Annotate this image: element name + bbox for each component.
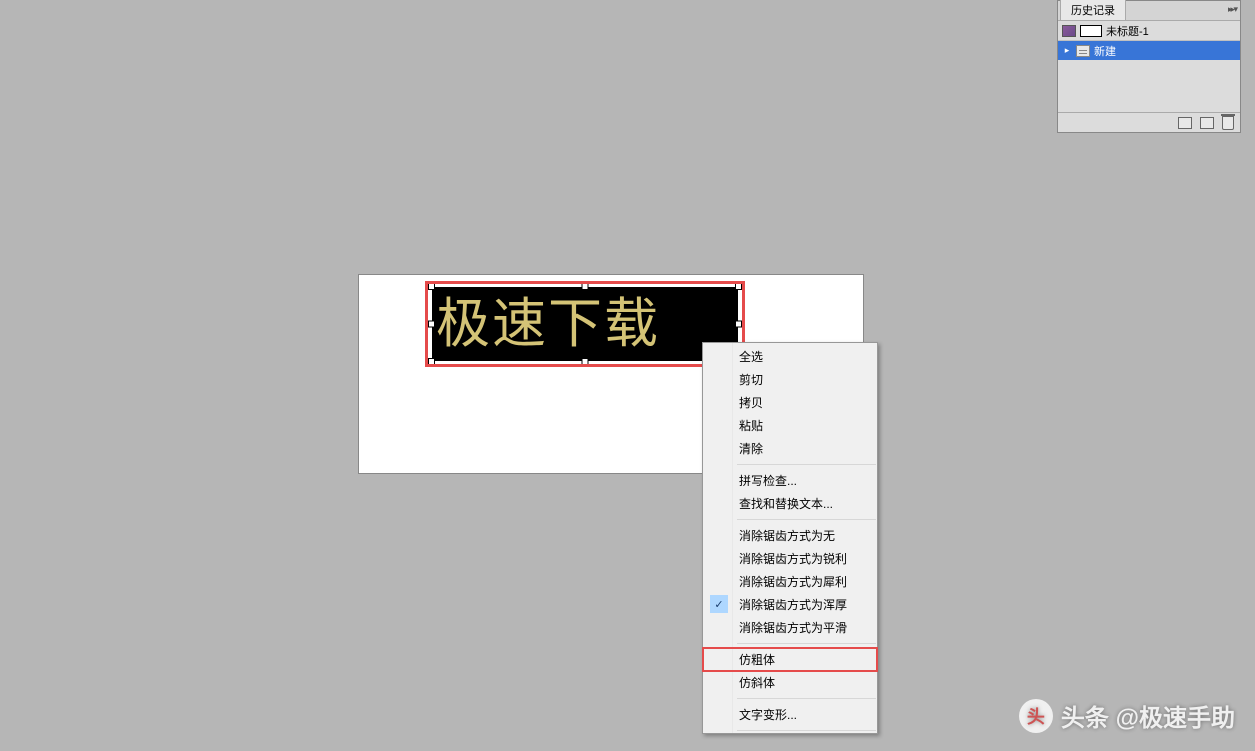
document-thumbnail-icon — [1080, 25, 1102, 37]
check-icon: ✓ — [710, 595, 728, 613]
menu-group-antialias: 消除锯齿方式为无 消除锯齿方式为锐利 消除锯齿方式为犀利 ✓ 消除锯齿方式为浑厚… — [703, 522, 877, 641]
transform-handle-middle-right[interactable] — [735, 321, 742, 328]
history-panel: 历史记录 ▸▸ ▾ 未标题-1 ▸ 新建 — [1057, 0, 1241, 133]
menu-item-antialias-none[interactable]: 消除锯齿方式为无 — [703, 524, 877, 547]
history-document-row[interactable]: 未标题-1 — [1058, 21, 1240, 41]
brush-icon — [1062, 25, 1076, 37]
menu-item-clear[interactable]: 清除 — [703, 437, 877, 460]
history-panel-tabbar: 历史记录 ▸▸ ▾ — [1058, 1, 1240, 21]
menu-item-find-replace[interactable]: 查找和替换文本... — [703, 492, 877, 515]
history-document-name: 未标题-1 — [1106, 23, 1149, 39]
new-document-icon — [1076, 45, 1090, 57]
watermark-text: 头条 @极速手助 — [1061, 698, 1235, 733]
menu-divider — [737, 643, 876, 644]
text-transform-box[interactable]: 极速下载 — [432, 287, 738, 361]
transform-handle-middle-left[interactable] — [428, 321, 435, 328]
menu-item-spell-check[interactable]: 拼写检查... — [703, 469, 877, 492]
transform-handle-bottom-left[interactable] — [428, 358, 435, 365]
menu-item-select-all[interactable]: 全选 — [703, 345, 877, 368]
menu-divider — [737, 698, 876, 699]
history-step-label: 新建 — [1094, 43, 1116, 59]
snapshot-icon[interactable] — [1178, 117, 1192, 129]
trash-icon[interactable] — [1222, 116, 1234, 130]
transform-handle-top-right[interactable] — [735, 283, 742, 290]
transform-handle-top-middle[interactable] — [582, 283, 589, 290]
transform-handle-top-left[interactable] — [428, 283, 435, 290]
menu-divider — [737, 519, 876, 520]
menu-item-antialias-crisp[interactable]: 消除锯齿方式为犀利 — [703, 570, 877, 593]
history-tab[interactable]: 历史记录 — [1060, 0, 1126, 20]
watermark: 头 头条 @极速手助 — [1019, 698, 1235, 733]
menu-item-cut[interactable]: 剪切 — [703, 368, 877, 391]
panel-menu-icon[interactable]: ▸▸ ▾ — [1228, 4, 1236, 15]
menu-item-label: 消除锯齿方式为浑厚 — [739, 598, 847, 612]
step-arrow-icon: ▸ — [1062, 45, 1072, 56]
new-snapshot-icon[interactable] — [1200, 117, 1214, 129]
text-layer-content[interactable]: 极速下载 — [432, 287, 738, 361]
menu-group-text-tools: 拼写检查... 查找和替换文本... — [703, 467, 877, 517]
menu-divider — [737, 730, 876, 731]
history-empty-area — [1058, 60, 1240, 112]
menu-item-warp-text[interactable]: 文字变形... — [703, 703, 877, 726]
history-step-row[interactable]: ▸ 新建 — [1058, 41, 1240, 60]
transform-handle-bottom-middle[interactable] — [582, 358, 589, 365]
menu-item-paste[interactable]: 粘贴 — [703, 414, 877, 437]
menu-group-faux-style: 仿粗体 仿斜体 — [703, 646, 877, 696]
menu-item-copy[interactable]: 拷贝 — [703, 391, 877, 414]
context-menu: 全选 剪切 拷贝 粘贴 清除 拼写检查... 查找和替换文本... 消除锯齿方式… — [702, 342, 878, 734]
menu-item-antialias-strong[interactable]: ✓ 消除锯齿方式为浑厚 — [703, 593, 877, 616]
menu-group-warp: 文字变形... — [703, 701, 877, 728]
menu-item-faux-italic[interactable]: 仿斜体 — [703, 671, 877, 694]
menu-item-antialias-sharp[interactable]: 消除锯齿方式为锐利 — [703, 547, 877, 570]
menu-item-faux-bold[interactable]: 仿粗体 — [703, 648, 877, 671]
history-panel-footer — [1058, 112, 1240, 132]
menu-divider — [737, 464, 876, 465]
menu-group-edit: 全选 剪切 拷贝 粘贴 清除 — [703, 343, 877, 462]
menu-item-antialias-smooth[interactable]: 消除锯齿方式为平滑 — [703, 616, 877, 639]
watermark-logo-icon: 头 — [1019, 699, 1053, 733]
